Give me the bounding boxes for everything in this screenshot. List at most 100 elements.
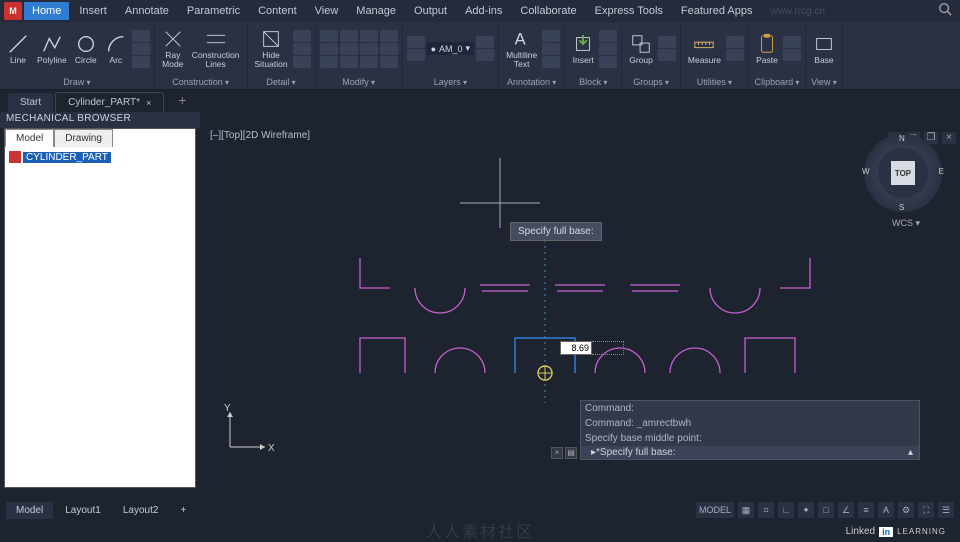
status-grid-icon[interactable]: ▦: [738, 502, 754, 518]
l1[interactable]: [407, 36, 425, 48]
command-handle[interactable]: ×▤: [551, 447, 577, 459]
m12[interactable]: [380, 56, 398, 68]
tool-arc[interactable]: Arc: [102, 31, 130, 67]
panel-layers-title[interactable]: Layers: [407, 75, 494, 89]
tool-base[interactable]: Base: [810, 31, 838, 67]
a1[interactable]: [542, 30, 560, 42]
status-snap-icon[interactable]: ⌗: [758, 502, 774, 518]
b3[interactable]: [599, 56, 617, 68]
status-ortho-icon[interactable]: ∟: [778, 502, 794, 518]
menu-insert[interactable]: Insert: [71, 2, 115, 20]
status-fullscreen-icon[interactable]: ⛶: [918, 502, 934, 518]
c2[interactable]: [783, 49, 801, 61]
panel-draw-title[interactable]: Draw: [4, 75, 150, 89]
layer-dropdown[interactable]: ● AM_0 ▾: [427, 42, 474, 55]
m9[interactable]: [360, 56, 378, 68]
tree-node-root[interactable]: CYLINDER_PART: [9, 151, 191, 163]
viewcube-n[interactable]: N: [899, 134, 905, 143]
menu-manage[interactable]: Manage: [348, 2, 404, 20]
status-tab-layout1[interactable]: Layout1: [55, 502, 111, 519]
m4[interactable]: [340, 30, 358, 42]
m5[interactable]: [340, 43, 358, 55]
status-otrack-icon[interactable]: ∠: [838, 502, 854, 518]
l4[interactable]: [476, 49, 494, 61]
detail-mini-3[interactable]: [293, 56, 311, 68]
command-input[interactable]: [591, 447, 904, 458]
tool-group[interactable]: Group: [626, 31, 656, 67]
viewcube-e[interactable]: E: [939, 167, 944, 176]
tool-construction-lines[interactable]: Construction Lines: [189, 26, 243, 71]
panel-construction-title[interactable]: Construction: [159, 75, 243, 89]
g2[interactable]: [658, 49, 676, 61]
menu-addins[interactable]: Add-ins: [457, 2, 510, 20]
command-dropdown-icon[interactable]: ▴: [904, 447, 917, 458]
status-customize-icon[interactable]: ☰: [938, 502, 954, 518]
dynamic-input-field[interactable]: [560, 341, 592, 355]
tool-ray-mode[interactable]: Ray Mode: [159, 26, 187, 71]
menu-annotate[interactable]: Annotate: [117, 2, 177, 20]
status-lweight-icon[interactable]: ≡: [858, 502, 874, 518]
a3[interactable]: [542, 56, 560, 68]
menu-featured[interactable]: Featured Apps: [673, 2, 761, 20]
panel-clipboard-title[interactable]: Clipboard: [753, 75, 801, 89]
menu-parametric[interactable]: Parametric: [179, 2, 248, 20]
tool-insert[interactable]: Insert: [569, 31, 597, 67]
draw-mini-1[interactable]: [132, 30, 150, 42]
status-gear-icon[interactable]: ⚙: [898, 502, 914, 518]
b2[interactable]: [599, 43, 617, 55]
a2[interactable]: [542, 43, 560, 55]
l2[interactable]: [407, 49, 425, 61]
menu-collaborate[interactable]: Collaborate: [512, 2, 584, 20]
search-icon[interactable]: [938, 2, 956, 20]
tool-multiline-text[interactable]: AMultiline Text: [503, 26, 540, 71]
tool-circle[interactable]: Circle: [72, 31, 100, 67]
m1[interactable]: [320, 30, 338, 42]
wcs-dropdown[interactable]: WCS ▾: [892, 218, 920, 229]
m7[interactable]: [360, 30, 378, 42]
status-tab-layout2[interactable]: Layout2: [113, 502, 169, 519]
tool-polyline[interactable]: Polyline: [34, 31, 70, 67]
tool-line[interactable]: Line: [4, 31, 32, 67]
browser-tab-model[interactable]: Model: [5, 129, 54, 147]
viewcube[interactable]: TOP N S W E: [864, 134, 942, 212]
status-osnap-icon[interactable]: □: [818, 502, 834, 518]
status-annoscale-icon[interactable]: A: [878, 502, 894, 518]
file-tab-start[interactable]: Start: [8, 93, 53, 112]
m10[interactable]: [380, 30, 398, 42]
panel-modify-title[interactable]: Modify: [320, 75, 398, 89]
status-polar-icon[interactable]: ✦: [798, 502, 814, 518]
viewport[interactable]: [–][Top][2D Wireframe] – □ ❐ ×: [200, 128, 960, 500]
menu-home[interactable]: Home: [24, 2, 69, 20]
m3[interactable]: [320, 56, 338, 68]
status-tab-model[interactable]: Model: [6, 502, 53, 519]
detail-mini-2[interactable]: [293, 43, 311, 55]
draw-mini-3[interactable]: [132, 56, 150, 68]
m6[interactable]: [340, 56, 358, 68]
tool-measure[interactable]: Measure: [685, 31, 724, 67]
u1[interactable]: [726, 36, 744, 48]
panel-detail-title[interactable]: Detail: [252, 75, 311, 89]
panel-block-title[interactable]: Block: [569, 75, 617, 89]
tool-hide-situation[interactable]: Hide Situation: [252, 26, 291, 71]
menu-output[interactable]: Output: [406, 2, 455, 20]
m2[interactable]: [320, 43, 338, 55]
l3[interactable]: [476, 36, 494, 48]
menu-view[interactable]: View: [307, 2, 347, 20]
menu-express[interactable]: Express Tools: [587, 2, 671, 20]
app-logo[interactable]: M: [4, 2, 22, 20]
m8[interactable]: [360, 43, 378, 55]
cmd-grip-icon[interactable]: ▤: [565, 447, 577, 459]
close-icon[interactable]: ×: [146, 98, 151, 108]
browser-tab-drawing[interactable]: Drawing: [54, 129, 113, 147]
panel-annotation-title[interactable]: Annotation: [503, 75, 560, 89]
detail-mini-1[interactable]: [293, 30, 311, 42]
m11[interactable]: [380, 43, 398, 55]
u2[interactable]: [726, 49, 744, 61]
tool-paste[interactable]: Paste: [753, 31, 781, 67]
panel-groups-title[interactable]: Groups: [626, 75, 676, 89]
command-line[interactable]: ▴: [581, 446, 919, 459]
b1[interactable]: [599, 30, 617, 42]
c1[interactable]: [783, 36, 801, 48]
cmd-close-icon[interactable]: ×: [551, 447, 563, 459]
status-model-badge[interactable]: MODEL: [696, 502, 734, 518]
